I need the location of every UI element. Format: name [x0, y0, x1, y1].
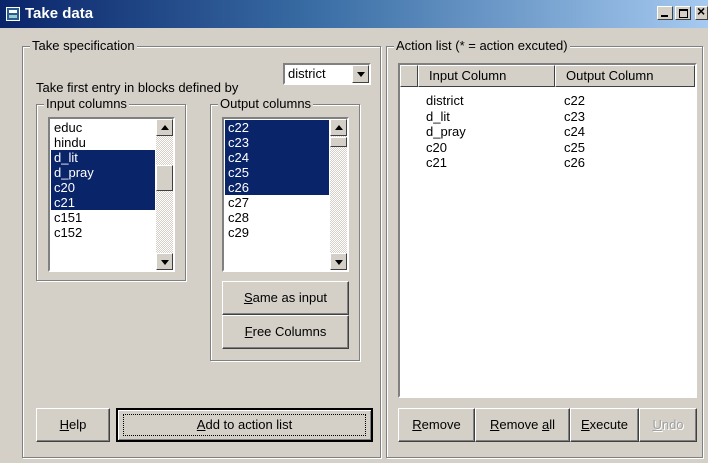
output-columns-legend: Output columns — [218, 96, 314, 111]
input-scrollbar[interactable] — [156, 119, 173, 270]
action-row-input[interactable]: district — [426, 93, 464, 108]
remove-all-button[interactable]: Remove all — [475, 408, 570, 442]
input-columns-legend: Input columns — [44, 96, 129, 111]
list-item[interactable]: c22 — [225, 120, 329, 135]
list-item[interactable]: d_pray — [51, 165, 155, 180]
help-label: Help — [59, 417, 87, 432]
first-entry-label: Take first entry in blocks defined by — [36, 80, 239, 95]
action-row-input[interactable]: d_pray — [426, 124, 466, 139]
block-variable-value: district — [288, 66, 326, 81]
list-item[interactable]: d_lit — [51, 150, 155, 165]
output-scrollbar[interactable] — [330, 119, 347, 270]
help-button[interactable]: Help — [36, 408, 110, 442]
chevron-down-icon[interactable] — [352, 65, 369, 83]
list-item[interactable]: c24 — [225, 150, 329, 165]
scroll-down-icon[interactable] — [156, 253, 173, 270]
input-column-header[interactable]: Input Column — [418, 65, 555, 87]
take-specification-legend: Take specification — [30, 38, 137, 53]
scroll-down-icon[interactable] — [330, 253, 347, 270]
focus-rectangle — [123, 414, 366, 436]
remove-button[interactable]: Remove — [398, 408, 475, 442]
close-button[interactable] — [695, 6, 708, 20]
window-title: Take data — [25, 5, 94, 22]
list-item[interactable]: c28 — [225, 210, 329, 225]
same-as-input-button[interactable]: Same as input — [222, 281, 349, 315]
output-column-header[interactable]: Output Column — [555, 65, 695, 87]
title-bar[interactable]: Take data — [0, 0, 708, 28]
list-item[interactable]: c20 — [51, 180, 155, 195]
free-columns-button[interactable]: Free Columns — [222, 315, 349, 349]
action-row-output[interactable]: c22 — [564, 93, 585, 108]
scroll-thumb[interactable] — [330, 137, 347, 147]
list-item[interactable]: c27 — [225, 195, 329, 210]
action-list-legend: Action list (* = action excuted) — [394, 38, 570, 53]
block-variable-select[interactable]: district — [283, 63, 371, 85]
list-header-blank[interactable] — [400, 65, 418, 87]
minimize-button[interactable] — [657, 6, 673, 20]
execute-button[interactable]: Execute — [570, 408, 639, 442]
app-icon — [6, 7, 20, 21]
scroll-thumb[interactable] — [156, 165, 173, 191]
scroll-up-icon[interactable] — [330, 119, 347, 136]
undo-label: Undo — [652, 417, 684, 432]
list-item[interactable]: c152 — [51, 225, 155, 240]
action-list-view[interactable]: Input Column Output Column district c22 d_… — [398, 63, 697, 398]
list-item[interactable]: c29 — [225, 225, 329, 240]
list-item[interactable]: c151 — [51, 210, 155, 225]
remove-label: Remove — [412, 417, 461, 432]
input-columns-items: educ hindu d_lit d_pray c20 c21 c151 c152 — [51, 120, 155, 240]
action-row-input[interactable]: c21 — [426, 155, 447, 170]
output-columns-list[interactable]: c22 c23 c24 c25 c26 c27 c28 c29 — [222, 117, 349, 272]
execute-label: Execute — [581, 417, 628, 432]
action-row-output[interactable]: c23 — [564, 109, 585, 124]
maximize-button[interactable] — [675, 6, 691, 20]
remove-all-label: Remove all — [489, 417, 556, 432]
same-as-input-label: Same as input — [243, 290, 328, 305]
list-item[interactable]: c26 — [225, 180, 329, 195]
output-column-header-label: Output Column — [566, 68, 654, 83]
add-to-action-list-button[interactable]: Add to action list — [116, 408, 373, 442]
take-data-window: Take data Take specification Take first … — [0, 0, 708, 463]
scroll-up-icon[interactable] — [156, 119, 173, 136]
list-item[interactable]: c25 — [225, 165, 329, 180]
input-column-header-label: Input Column — [429, 68, 507, 83]
list-item[interactable]: c23 — [225, 135, 329, 150]
undo-button[interactable]: Undo — [639, 408, 697, 442]
output-columns-items: c22 c23 c24 c25 c26 c27 c28 c29 — [225, 120, 329, 240]
list-item[interactable]: hindu — [51, 135, 155, 150]
action-row-output[interactable]: c24 — [564, 124, 585, 139]
action-row-input[interactable]: c20 — [426, 140, 447, 155]
action-row-input[interactable]: d_lit — [426, 109, 450, 124]
action-row-output[interactable]: c26 — [564, 155, 585, 170]
input-columns-list[interactable]: educ hindu d_lit d_pray c20 c21 c151 c152 — [48, 117, 175, 272]
free-columns-label: Free Columns — [244, 324, 327, 339]
list-item[interactable]: educ — [51, 120, 155, 135]
action-row-output[interactable]: c25 — [564, 140, 585, 155]
list-item[interactable]: c21 — [51, 195, 155, 210]
